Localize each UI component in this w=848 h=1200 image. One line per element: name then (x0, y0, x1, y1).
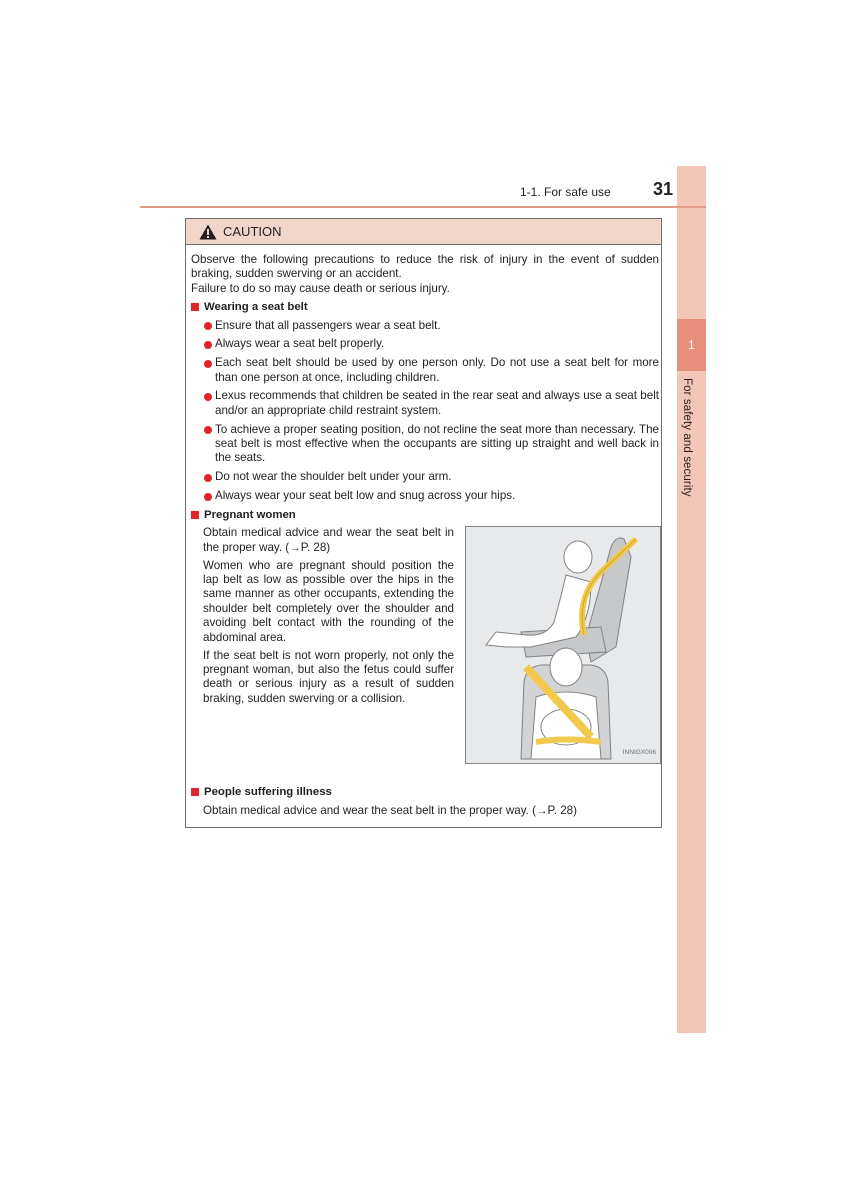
warning-triangle-icon (199, 224, 217, 239)
pregnant-section: Obtain medical advice and wear the seat … (191, 526, 661, 781)
caution-box: CAUTION Observe the following precaution… (185, 218, 662, 828)
section-heading-text: Pregnant women (204, 508, 296, 521)
list-item: Lexus recommends that children be seated… (203, 389, 659, 418)
list-item-text: To achieve a proper seating position, do… (215, 422, 659, 465)
list-item-text: Lexus recommends that children be seated… (215, 389, 659, 417)
list-item-text: Always wear a seat belt properly. (215, 337, 385, 351)
list-item: Do not wear the shoulder belt under your… (203, 470, 659, 484)
illustration-code: INNIGX006 (622, 748, 656, 756)
red-dot-bullet-icon (204, 426, 212, 435)
list-item-text: Ensure that all passengers wear a seat b… (215, 318, 441, 332)
red-dot-bullet-icon (204, 340, 212, 349)
red-square-bullet-icon (191, 511, 199, 520)
chapter-side-tab (677, 166, 706, 1033)
caution-intro: Observe the following precautions to red… (191, 253, 659, 296)
list-item-text: Always wear your seat belt low and snug … (215, 489, 516, 503)
red-dot-bullet-icon (204, 359, 212, 368)
paragraph: Obtain medical advice and wear the seat … (203, 526, 454, 554)
intro-line: Failure to do so may cause death or seri… (191, 281, 450, 295)
red-dot-bullet-icon (204, 492, 212, 501)
paragraph: If the seat belt is not worn properly, n… (203, 648, 454, 705)
list-item-text: Do not wear the shoulder belt under your… (215, 470, 452, 484)
red-square-bullet-icon (191, 303, 199, 312)
section-heading-illness: People suffering illness (191, 785, 659, 799)
list-item: To achieve a proper seating position, do… (203, 423, 659, 466)
section-heading-pregnant: Pregnant women (191, 508, 659, 522)
header-rule (140, 206, 706, 208)
seated-woman-side-view-image (466, 527, 660, 764)
paragraph: Women who are pregnant should position t… (203, 558, 454, 644)
caution-title: CAUTION (223, 224, 282, 239)
red-square-bullet-icon (191, 788, 199, 797)
red-dot-bullet-icon (204, 473, 212, 482)
section-heading-text: People suffering illness (204, 786, 332, 799)
caution-header: CAUTION (186, 219, 661, 245)
seat-belt-list: Ensure that all passengers wear a seat b… (191, 319, 659, 504)
section-heading-seat-belt: Wearing a seat belt (191, 300, 659, 314)
red-dot-bullet-icon (204, 392, 212, 401)
chapter-title: For safety and security (681, 378, 693, 497)
list-item: Each seat belt should be used by one per… (203, 356, 659, 385)
caution-content: Observe the following precautions to red… (191, 253, 661, 818)
pregnant-text: Obtain medical advice and wear the seat … (203, 526, 454, 710)
list-item-text: Each seat belt should be used by one per… (215, 356, 659, 384)
page-number: 31 (653, 179, 674, 199)
illness-text: Obtain medical advice and wear the seat … (203, 803, 577, 817)
list-item: Always wear your seat belt low and snug … (203, 489, 659, 503)
list-item: Ensure that all passengers wear a seat b… (203, 319, 659, 333)
chapter-number: 1 (677, 319, 706, 371)
running-head: 1-1. For safe use (520, 185, 611, 199)
pregnant-seatbelt-illustration: INNIGX006 (465, 526, 661, 765)
list-item: Always wear a seat belt properly. (203, 337, 659, 351)
section-heading-text: Wearing a seat belt (204, 301, 308, 314)
intro-line: Observe the following precautions to red… (191, 253, 659, 281)
red-dot-bullet-icon (204, 322, 212, 331)
